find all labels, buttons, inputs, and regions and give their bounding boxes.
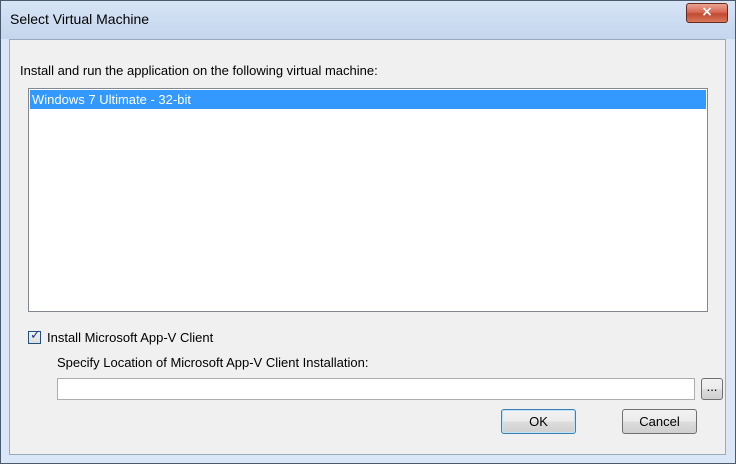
- client-location-label: Specify Location of Microsoft App-V Clie…: [57, 355, 369, 370]
- select-vm-dialog: Select Virtual Machine × Install and run…: [0, 0, 736, 464]
- cancel-button[interactable]: Cancel: [622, 409, 697, 434]
- dialog-title: Select Virtual Machine: [10, 11, 150, 27]
- title-bar[interactable]: Select Virtual Machine ×: [1, 1, 735, 39]
- checkmark-icon: ✓: [30, 328, 41, 343]
- close-button[interactable]: ×: [686, 3, 728, 23]
- virtual-machine-list[interactable]: Windows 7 Ultimate - 32-bit: [28, 88, 708, 312]
- dialog-content: Install and run the application on the f…: [9, 39, 726, 455]
- install-client-checkbox[interactable]: ✓: [28, 328, 41, 344]
- vm-list-item[interactable]: Windows 7 Ultimate - 32-bit: [30, 90, 706, 109]
- browse-button[interactable]: ...: [701, 378, 723, 400]
- install-client-label[interactable]: Install Microsoft App-V Client: [47, 330, 213, 345]
- close-icon: ×: [701, 4, 713, 20]
- instructions-label: Install and run the application on the f…: [20, 63, 378, 78]
- ok-button[interactable]: OK: [501, 409, 576, 434]
- client-location-input[interactable]: [57, 378, 695, 400]
